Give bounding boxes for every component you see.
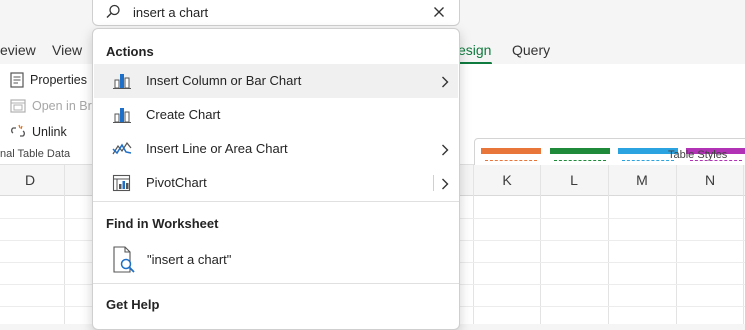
tab-view[interactable]: View <box>52 42 82 58</box>
actions-section-header: Actions <box>106 44 154 59</box>
table-styles-group-label: Table Styles <box>668 149 728 161</box>
help-section-header: Get Help <box>106 297 160 312</box>
unlink-icon <box>11 124 25 137</box>
find-in-worksheet-item[interactable]: "insert a chart" <box>94 242 458 278</box>
column-header-k[interactable]: K <box>497 172 517 188</box>
column-header-m[interactable]: M <box>632 172 652 188</box>
search-icon <box>105 3 121 26</box>
chevron-right-icon <box>441 75 449 88</box>
tab-query[interactable]: Query <box>512 42 550 58</box>
grid-line <box>473 165 474 324</box>
action-label: Insert Column or Bar Chart <box>146 73 302 88</box>
unlink-button[interactable]: Unlink <box>10 124 67 140</box>
column-header-l[interactable]: L <box>564 172 584 188</box>
find-query-label: "insert a chart" <box>147 252 232 267</box>
line-chart-icon <box>112 140 132 158</box>
action-label: Insert Line or Area Chart <box>146 141 288 156</box>
grid-line <box>608 165 609 324</box>
action-pivotchart[interactable]: PivotChart <box>94 166 458 200</box>
chevron-right-icon[interactable] <box>441 177 449 190</box>
search-box[interactable] <box>92 0 460 26</box>
grid-line <box>676 165 677 324</box>
properties-button[interactable]: Properties <box>10 72 87 88</box>
action-insert-line-area-chart[interactable]: Insert Line or Area Chart <box>94 132 458 166</box>
unlink-label: Unlink <box>32 125 67 139</box>
pivotchart-icon <box>112 174 132 192</box>
action-create-chart[interactable]: Create Chart <box>94 98 458 132</box>
grid-line <box>64 165 65 324</box>
properties-icon <box>10 72 24 88</box>
grid-line <box>540 165 541 324</box>
search-input[interactable] <box>133 0 413 24</box>
clear-search-button[interactable] <box>431 4 447 20</box>
tab-table-design[interactable]: esign <box>458 42 491 58</box>
create-chart-icon <box>112 106 132 124</box>
open-in-browser-button[interactable]: Open in Bro <box>10 98 99 114</box>
action-insert-column-bar-chart[interactable]: Insert Column or Bar Chart <box>94 64 458 98</box>
find-document-icon <box>112 246 138 279</box>
external-table-data-group-label: nal Table Data <box>0 148 71 160</box>
search-results-dropdown: Actions Insert Column or Bar Chart Creat… <box>92 28 460 330</box>
column-header-d[interactable]: D <box>20 172 40 188</box>
tab-review[interactable]: eview <box>0 42 36 58</box>
section-divider <box>93 283 459 284</box>
section-divider <box>93 201 459 202</box>
column-header-n[interactable]: N <box>700 172 720 188</box>
grid-line <box>743 165 744 324</box>
properties-label: Properties <box>30 73 87 87</box>
column-chart-icon <box>112 72 132 90</box>
action-label: Create Chart <box>146 107 221 122</box>
open-in-browser-label: Open in Bro <box>32 99 99 113</box>
chevron-right-icon <box>441 143 449 156</box>
action-label: PivotChart <box>146 175 207 190</box>
split-divider <box>433 175 434 191</box>
open-in-browser-icon <box>10 99 26 113</box>
close-icon <box>434 7 444 17</box>
find-section-header: Find in Worksheet <box>106 216 219 231</box>
